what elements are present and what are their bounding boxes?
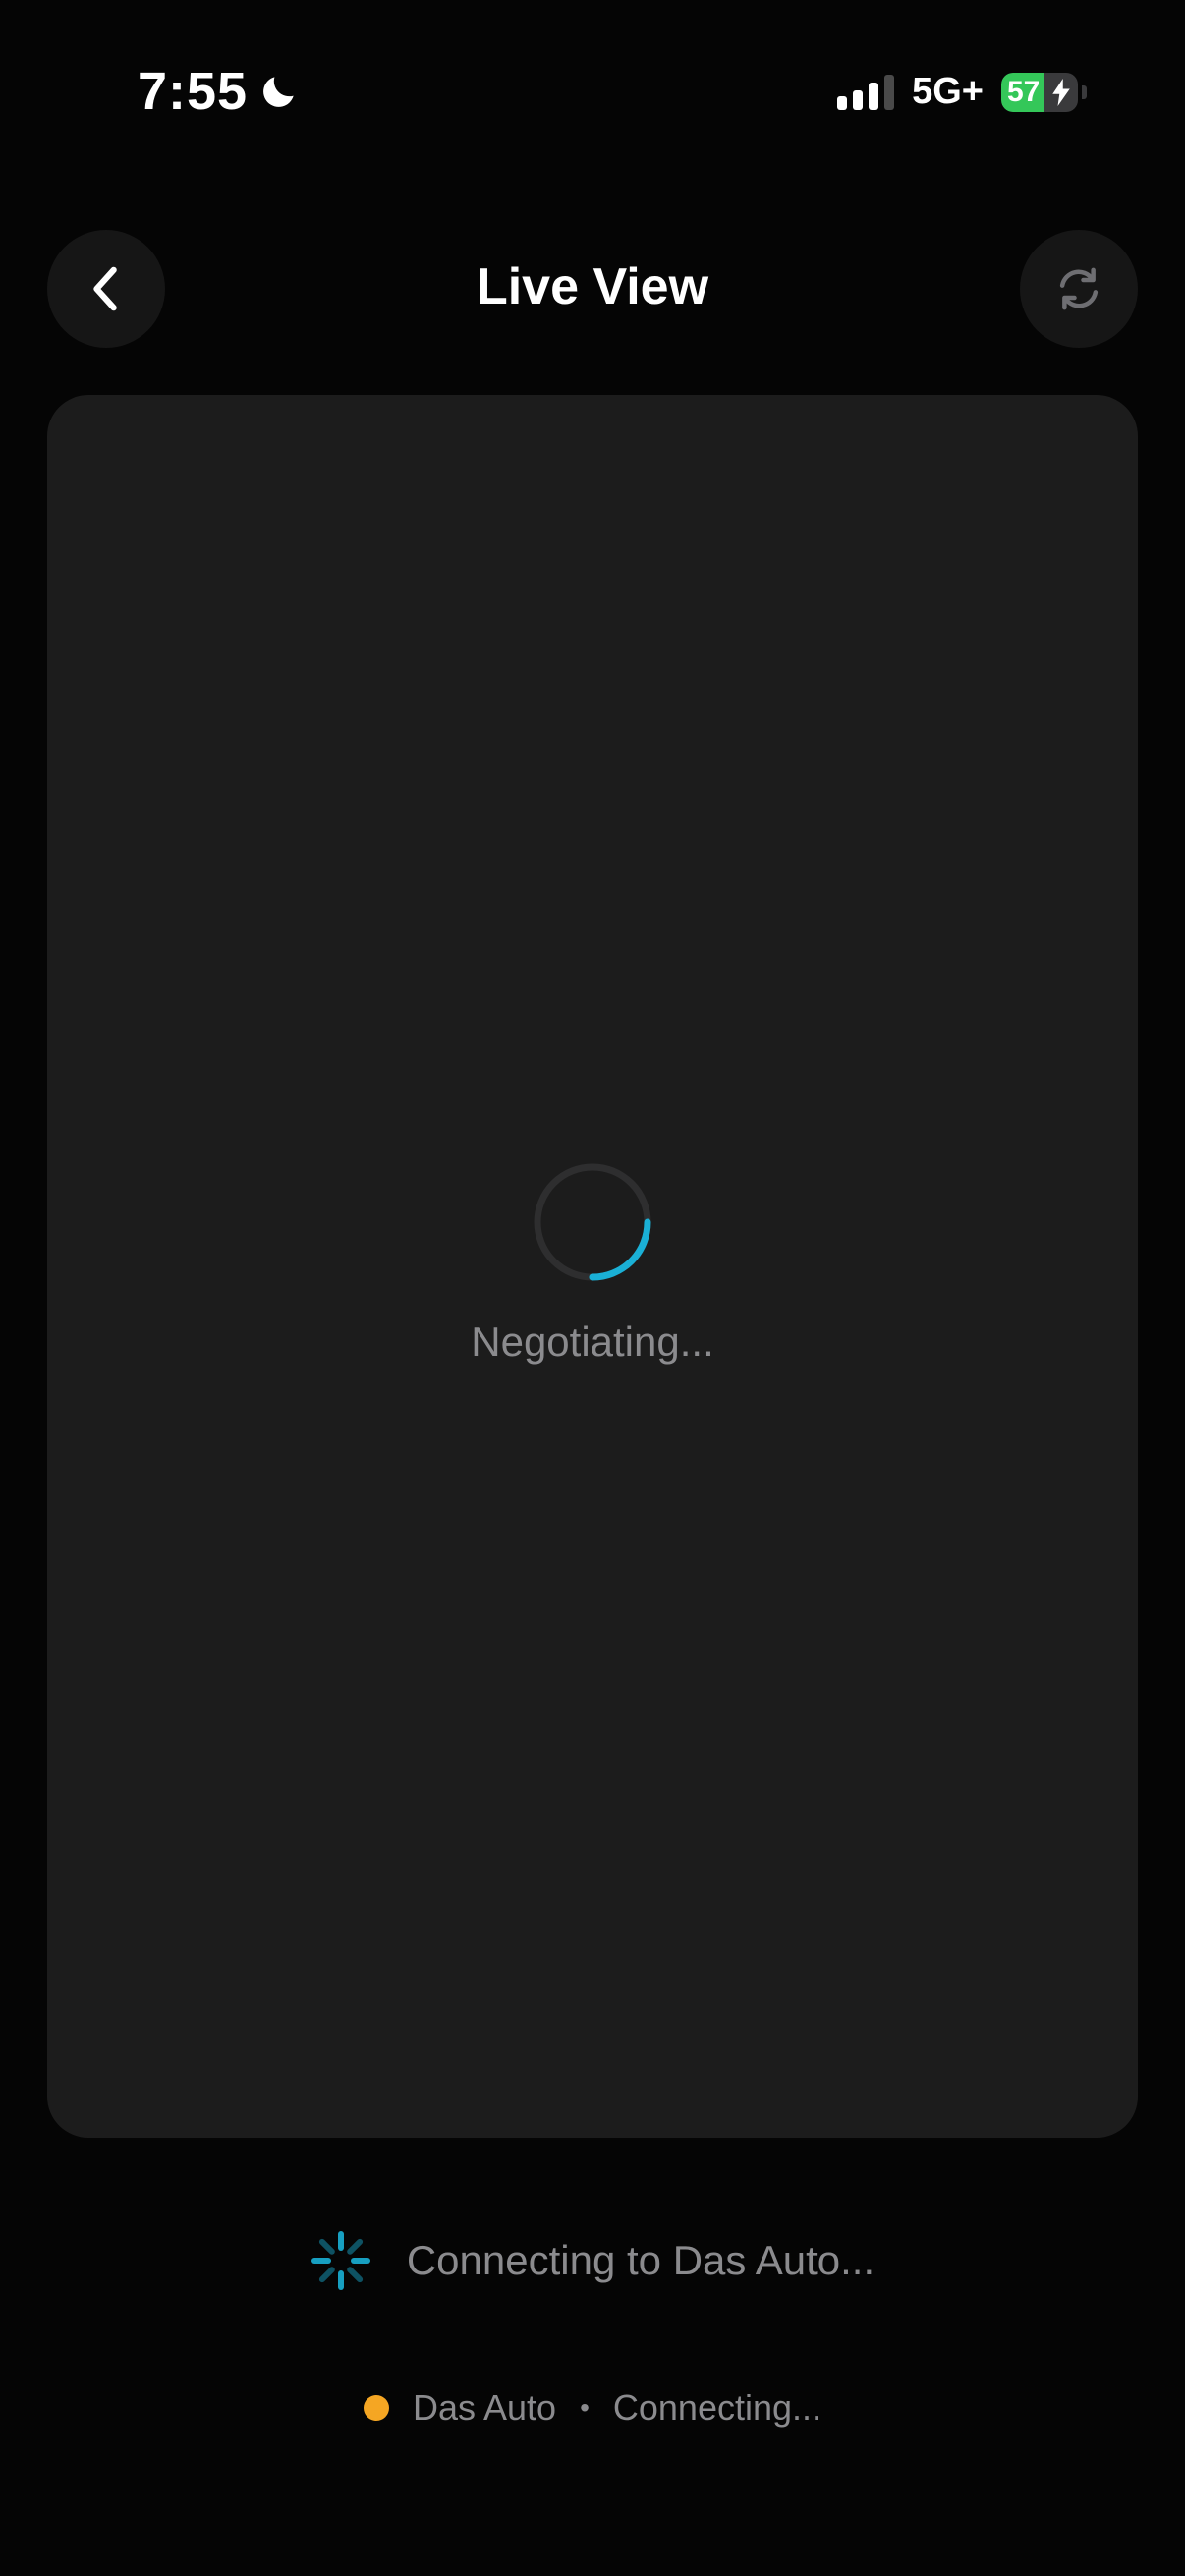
moon-icon — [263, 77, 294, 107]
status-bar-indicators: 5G+ 57 — [837, 71, 1087, 113]
device-status-row: Das Auto • Connecting... — [0, 2387, 1185, 2429]
activity-spoke — [347, 2238, 363, 2255]
device-name: Das Auto — [412, 2387, 557, 2428]
status-bar-time: 7:55 — [138, 61, 301, 122]
page-title: Live View — [476, 258, 709, 315]
connection-status-row: Connecting to Das Auto... — [0, 2230, 1185, 2291]
status-dot — [363, 2395, 389, 2421]
activity-spoke — [347, 2267, 363, 2283]
device-status: Connecting... — [612, 2387, 822, 2428]
connecting-message: Connecting to Das Auto... — [406, 2237, 875, 2283]
battery-level: 57 — [1007, 75, 1041, 108]
activity-spoke — [318, 2238, 335, 2255]
refresh-icon — [1059, 267, 1099, 310]
bolt-icon — [1052, 78, 1070, 106]
loading-spinner-icon — [534, 1163, 651, 1281]
refresh-button[interactable] — [1020, 230, 1138, 348]
live-video-panel: Negotiating... — [47, 395, 1138, 2138]
activity-spoke — [318, 2267, 335, 2283]
activity-indicator-icon — [310, 2231, 370, 2290]
signal-icon — [837, 74, 895, 110]
battery-indicator: 57 — [1001, 72, 1078, 112]
separator-dot: • — [580, 2392, 590, 2423]
network-label: 5G+ — [912, 71, 984, 112]
time-label: 7:55 — [138, 62, 249, 121]
loading-status-text: Negotiating... — [471, 1318, 714, 1365]
battery-cap — [1082, 84, 1087, 99]
